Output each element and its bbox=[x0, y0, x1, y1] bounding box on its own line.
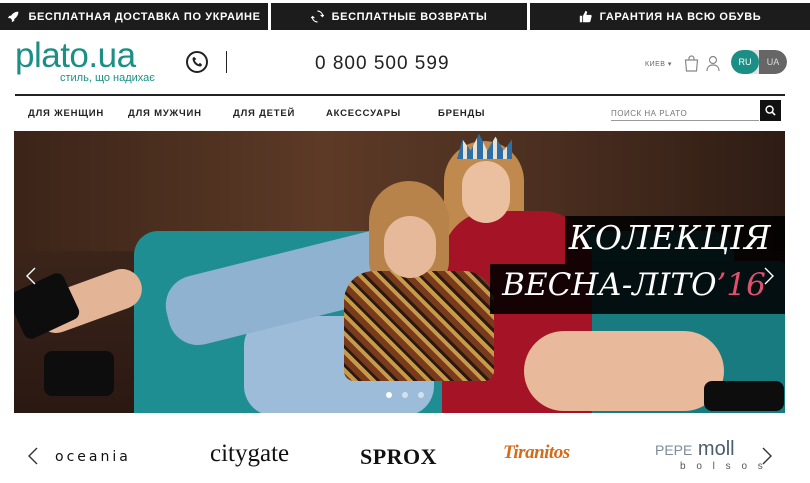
brand-logo-subtext: b o l s o s bbox=[680, 461, 767, 472]
site-logo[interactable]: plato.ua стиль, що надихає bbox=[15, 36, 155, 85]
promo-bar: БЕСПЛАТНАЯ ДОСТАВКА ПО УКРАИНЕ БЕСПЛАТНЫ… bbox=[0, 0, 810, 30]
logo-tagline: стиль, що надихає bbox=[60, 72, 155, 84]
nav-item-men[interactable]: ДЛЯ МУЖЧИН bbox=[128, 108, 233, 119]
hero-year: ’16 bbox=[716, 267, 766, 303]
brand-logo-sprox[interactable]: SPROX bbox=[360, 444, 437, 470]
brand-logo-tiranitos[interactable]: Tiranitos bbox=[503, 442, 570, 464]
carousel-dot[interactable] bbox=[402, 392, 408, 398]
refresh-icon bbox=[310, 10, 324, 23]
hero-model-face bbox=[462, 161, 510, 223]
hero-model-face bbox=[384, 216, 436, 278]
header-divider bbox=[226, 51, 227, 73]
lang-ua[interactable]: UA bbox=[759, 50, 787, 74]
search-input[interactable] bbox=[611, 100, 759, 118]
brand-logo-oceania[interactable]: oceania bbox=[55, 449, 131, 465]
brand-logo-pepemoll[interactable]: PEPE moll bbox=[655, 438, 735, 461]
logo-text: plato.ua bbox=[15, 36, 136, 75]
city-selector[interactable]: КИЕВ ▾ bbox=[645, 60, 672, 68]
lang-ru[interactable]: RU bbox=[731, 50, 759, 74]
user-icon[interactable] bbox=[706, 55, 720, 77]
promo-label: БЕСПЛАТНАЯ ДОСТАВКА ПО УКРАИНЕ bbox=[28, 10, 261, 23]
chevron-right-icon bbox=[762, 447, 772, 465]
promo-label: ГАРАНТИЯ НА ВСЮ ОБУВЬ bbox=[599, 10, 762, 23]
phone-icon bbox=[186, 51, 208, 73]
search-field bbox=[611, 100, 759, 121]
language-toggle[interactable]: RU UA bbox=[731, 50, 787, 74]
chevron-right-icon bbox=[764, 267, 774, 285]
hero-sandal bbox=[704, 381, 784, 411]
hero-model-legs bbox=[524, 331, 724, 411]
hero-banner[interactable]: КОЛЕКЦІЯ ВЕСНА-ЛІТО’16 bbox=[14, 131, 785, 413]
cart-icon[interactable] bbox=[684, 55, 699, 77]
nav-item-women[interactable]: ДЛЯ ЖЕНЩИН bbox=[28, 108, 128, 119]
main-nav: ДЛЯ ЖЕНЩИН ДЛЯ МУЖЧИН ДЛЯ ДЕТЕЙ АКСЕССУА… bbox=[28, 108, 485, 119]
chevron-left-icon bbox=[28, 447, 38, 465]
brand-moll: moll bbox=[697, 438, 735, 460]
nav-item-accessories[interactable]: АКСЕССУАРЫ bbox=[326, 108, 438, 119]
chevron-left-icon bbox=[26, 267, 36, 285]
phone-number[interactable]: 0 800 500 599 bbox=[315, 53, 450, 75]
nav-divider bbox=[15, 94, 785, 96]
hero-patterned-top bbox=[344, 271, 494, 381]
nav-item-kids[interactable]: ДЛЯ ДЕТЕЙ bbox=[233, 108, 326, 119]
rocket-icon bbox=[8, 11, 19, 23]
thumbs-up-icon bbox=[579, 10, 592, 23]
nav-item-brands[interactable]: БРЕНДЫ bbox=[438, 108, 485, 119]
search-button[interactable] bbox=[760, 100, 781, 121]
promo-label: БЕСПЛАТНЫЕ ВОЗВРАТЫ bbox=[331, 10, 488, 23]
brands-next-button[interactable] bbox=[759, 446, 775, 466]
brand-pepe: PEPE bbox=[655, 442, 693, 458]
brand-carousel: oceania citygate SPROX Tiranitos PEPE mo… bbox=[0, 425, 810, 483]
hero-subtitle: ВЕСНА-ЛІТО’16 bbox=[494, 267, 774, 303]
hero-season: ВЕСНА-ЛІТО bbox=[502, 267, 717, 303]
hero-prev-button[interactable] bbox=[24, 264, 38, 288]
carousel-dot[interactable] bbox=[386, 392, 392, 398]
search-icon bbox=[765, 105, 776, 116]
promo-shoe-guarantee[interactable]: ГАРАНТИЯ НА ВСЮ ОБУВЬ bbox=[530, 3, 810, 30]
hero-next-button[interactable] bbox=[762, 264, 776, 288]
carousel-dot[interactable] bbox=[418, 392, 424, 398]
hero-heel-shoe bbox=[44, 351, 114, 396]
hero-title: КОЛЕКЦІЯ bbox=[568, 218, 772, 257]
promo-free-returns[interactable]: БЕСПЛАТНЫЕ ВОЗВРАТЫ bbox=[271, 3, 527, 30]
promo-free-delivery[interactable]: БЕСПЛАТНАЯ ДОСТАВКА ПО УКРАИНЕ bbox=[0, 3, 268, 30]
brand-logo-citygate[interactable]: citygate bbox=[210, 440, 289, 468]
carousel-dots bbox=[386, 392, 424, 398]
brands-prev-button[interactable] bbox=[25, 446, 41, 466]
